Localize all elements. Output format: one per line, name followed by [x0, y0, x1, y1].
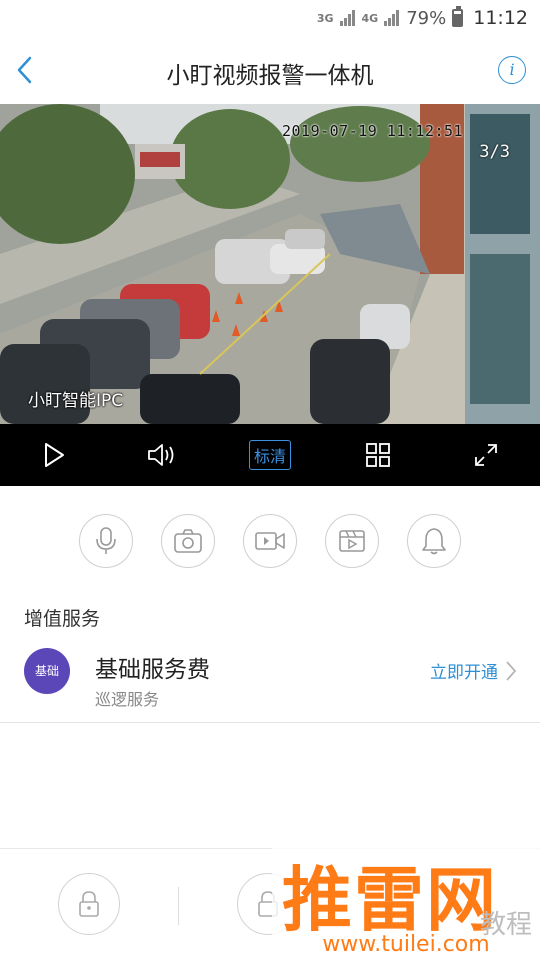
playback-icon [339, 530, 365, 552]
snapshot-button[interactable] [161, 514, 215, 568]
service-subtitle: 巡逻服务 [95, 690, 160, 709]
playback-button[interactable] [325, 514, 379, 568]
video-timestamp: 2019-07-19 11:12:51 [282, 122, 464, 140]
fullscreen-icon [475, 444, 497, 466]
video-feed[interactable]: 2019-07-19 11:12:51 3/3 小盯智能IPC [0, 104, 540, 424]
watermark-brand: 推雷网 [282, 859, 498, 941]
open-service-label: 立即开通 [430, 663, 498, 683]
camera-scene-image [0, 104, 540, 424]
camera-name-label: 小盯智能IPC [28, 391, 124, 411]
section-title: 增值服务 [24, 608, 101, 630]
open-service-button[interactable]: 立即开通 [430, 658, 518, 683]
battery-percent: 79% [406, 7, 447, 29]
navigation-bar: 小盯视频报警一体机 i [0, 36, 540, 104]
chevron-right-icon [506, 660, 517, 681]
network-3g-label: 3G [316, 11, 334, 25]
fullscreen-button[interactable] [464, 433, 508, 477]
signal-1-icon [339, 10, 356, 26]
page-title: 小盯视频报警一体机 [166, 63, 374, 89]
video-record-icon [255, 532, 285, 550]
network-4g-label: 4G [361, 11, 379, 25]
service-row[interactable]: 基础 基础服务费 巡逻服务 立即开通 [0, 640, 540, 723]
quality-button[interactable]: 标清 [248, 433, 292, 477]
watermark: 推雷网 教程 www.tuilei.com [272, 842, 540, 960]
grid-icon [366, 443, 390, 467]
volume-button[interactable] [140, 433, 184, 477]
camera-icon [174, 529, 202, 553]
divider [178, 887, 179, 925]
alarm-button[interactable] [407, 514, 461, 568]
service-name: 基础服务费 [95, 657, 210, 683]
status-bar: 3G 4G 79% 11:12 [0, 0, 540, 36]
info-icon: i [509, 60, 515, 79]
channel-indicator: 3/3 [479, 142, 510, 162]
clock: 11:12 [473, 7, 528, 29]
record-button[interactable] [243, 514, 297, 568]
unlock-button[interactable] [58, 873, 120, 935]
bell-icon [422, 528, 446, 555]
grid-button[interactable] [356, 433, 400, 477]
talk-button[interactable] [79, 514, 133, 568]
play-button[interactable] [32, 433, 76, 477]
play-icon [45, 443, 64, 467]
info-button[interactable]: i [498, 56, 526, 84]
battery-icon [452, 6, 464, 27]
player-controls: 标清 [0, 424, 540, 486]
lock-icon [79, 891, 99, 917]
microphone-icon [96, 527, 116, 554]
signal-2-icon [384, 10, 400, 26]
watermark-url: www.tuilei.com [322, 932, 490, 957]
action-buttons [0, 486, 540, 596]
quality-label: 标清 [248, 440, 291, 470]
volume-icon [148, 444, 174, 466]
service-badge: 基础 [24, 648, 70, 694]
